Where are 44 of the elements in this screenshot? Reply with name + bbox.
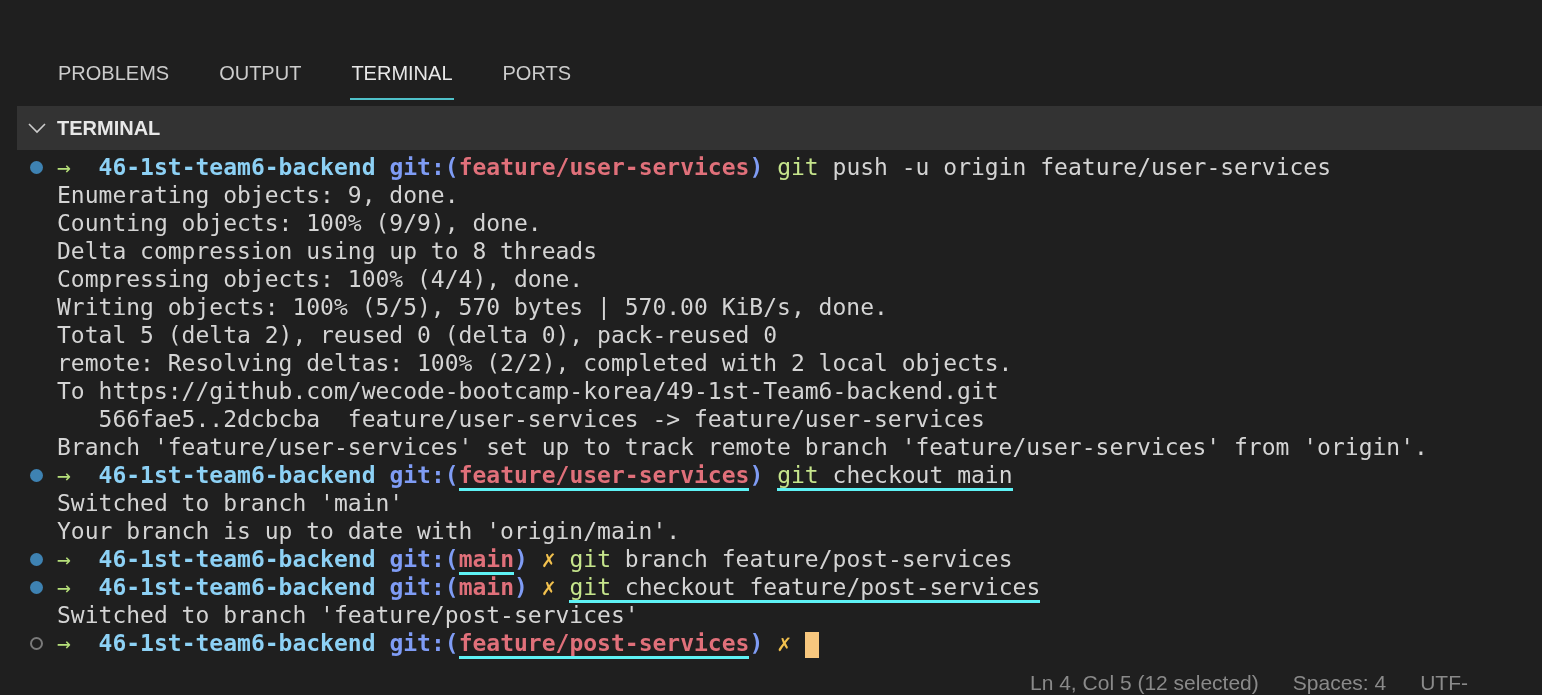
directory-name: 46-1st-team6-backend bbox=[98, 630, 376, 656]
output-text: Counting objects: 100% (9/9), done. bbox=[57, 210, 542, 236]
output-text: Switched to branch 'main' bbox=[57, 490, 404, 516]
dirty-mark: ✗ bbox=[777, 630, 791, 656]
panel-tab[interactable]: PORTS bbox=[501, 58, 573, 100]
output-text: Compressing objects: 100% (4/4), done. bbox=[57, 266, 584, 292]
panel-tab[interactable]: PROBLEMS bbox=[57, 58, 171, 100]
panel-tab[interactable]: TERMINAL bbox=[350, 58, 454, 100]
panel-tab[interactable]: OUTPUT bbox=[218, 58, 303, 100]
git-branch-indicator: git:(main) bbox=[389, 546, 528, 575]
arrow-icon: → bbox=[57, 462, 71, 488]
output-text: Delta compression using up to 8 threads bbox=[57, 238, 598, 264]
output-text: 566fae5..2dcbcba feature/user-services -> feature/user-services bbox=[97, 406, 985, 432]
git-branch-indicator: git:(feature/user-services) bbox=[389, 462, 764, 491]
arrow-icon: → bbox=[57, 630, 71, 656]
arrow-icon: → bbox=[57, 574, 71, 600]
arrow-icon: → bbox=[57, 546, 71, 572]
git-branch-indicator: git:(main) bbox=[389, 574, 528, 600]
arrow-icon: → bbox=[57, 154, 71, 180]
output-text: Total 5 (delta 2), reused 0 (delta 0), pack-reused 0 bbox=[57, 322, 778, 348]
command-text: git branch feature/post-services bbox=[569, 546, 1013, 572]
output-text: remote: Resolving deltas: 100% (2/2), completed with 2 local objects. bbox=[57, 350, 1013, 376]
directory-name: 46-1st-team6-backend bbox=[98, 462, 376, 488]
status-item[interactable]: UTF- bbox=[1420, 671, 1469, 695]
output-text: Enumerating objects: 9, done. bbox=[57, 182, 459, 208]
output-text: To https://github.com/wecode-bootcamp-korea/49-1st-Team6-backend.git bbox=[57, 378, 999, 404]
status-item[interactable]: Ln 4, Col 5 (12 selected) bbox=[1030, 671, 1259, 695]
command-text: git checkout feature/post-services bbox=[569, 574, 1041, 603]
output-text: Switched to branch 'feature/post-services' bbox=[57, 602, 639, 628]
status-item[interactable]: Spaces: 4 bbox=[1292, 671, 1387, 695]
directory-name: 46-1st-team6-backend bbox=[98, 154, 376, 180]
output-text: Your branch is up to date with 'origin/main'. bbox=[57, 518, 681, 544]
command-text: git checkout main bbox=[777, 462, 1013, 491]
directory-name: 46-1st-team6-backend bbox=[98, 574, 376, 600]
output-text: Writing objects: 100% (5/5), 570 bytes | 570.00 KiB/s, done. bbox=[57, 294, 888, 320]
git-branch-indicator: git:(feature/post-services) bbox=[389, 630, 764, 659]
output-text: Branch 'feature/user-services' set up to track remote branch 'feature/user-services' from 'origin'. bbox=[57, 434, 1428, 460]
command-text: git push -u origin feature/user-services bbox=[777, 154, 1332, 180]
directory-name: 46-1st-team6-backend bbox=[98, 546, 376, 572]
panel-title: TERMINAL bbox=[57, 116, 161, 140]
dirty-mark: ✗ bbox=[541, 574, 556, 600]
chevron-icon[interactable] bbox=[27, 122, 47, 134]
git-branch-indicator: git:(feature/user-services) bbox=[389, 154, 764, 180]
dirty-mark: ✗ bbox=[541, 546, 556, 572]
